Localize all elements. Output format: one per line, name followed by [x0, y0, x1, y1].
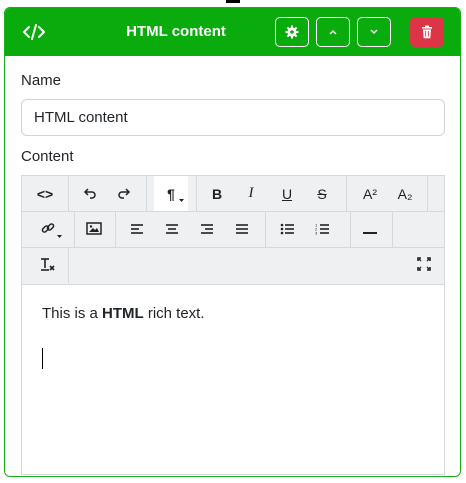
panel-header: HTML content: [5, 8, 460, 56]
toolbar-divider: [115, 212, 116, 247]
panel-title: HTML content: [126, 23, 226, 40]
top-edge-marker: [226, 0, 240, 3]
toolbar-divider: [68, 176, 69, 211]
settings-button[interactable]: [275, 17, 309, 47]
align-right-icon: [200, 222, 214, 238]
toolbar-row-2: 123: [22, 212, 444, 248]
align-left-icon: [130, 222, 144, 238]
bold-icon: B: [211, 185, 223, 202]
editor-toolbar: <> ¶ B I U S A² A₂ 1 2 3: [22, 176, 444, 285]
text-cursor: [42, 348, 43, 369]
gear-icon: [285, 25, 299, 39]
svg-text:3: 3: [315, 230, 318, 235]
undo-button[interactable]: [74, 176, 106, 211]
underline-icon: U: [281, 185, 293, 202]
editor-content-area[interactable]: This is a HTML rich text.: [22, 285, 444, 475]
align-left-button[interactable]: [119, 212, 154, 247]
clear-format-button[interactable]: [28, 248, 66, 283]
move-down-button[interactable]: [357, 17, 391, 47]
redo-icon: [117, 186, 131, 202]
horizontal-rule-icon: [362, 222, 377, 238]
toolbar-divider: [265, 212, 266, 247]
code-view-button[interactable]: <>: [22, 176, 68, 211]
content-text-bold: HTML: [102, 305, 144, 322]
strikethrough-icon: S: [317, 185, 327, 202]
chevron-down-icon: [368, 28, 380, 36]
code-view-icon: <>: [36, 185, 54, 202]
numbered-list-icon: 123: [315, 222, 330, 238]
toolbar-divider: [346, 176, 347, 211]
toolbar-row-1: <> ¶ B I U S A² A₂: [22, 176, 444, 212]
trash-icon: [421, 25, 433, 39]
justify-button[interactable]: [224, 212, 259, 247]
align-center-button[interactable]: [154, 212, 189, 247]
undo-icon: [83, 186, 97, 202]
align-right-button[interactable]: [189, 212, 224, 247]
clear-format-icon: [39, 257, 55, 274]
dropdown-caret-icon: [57, 225, 62, 241]
toolbar-divider: [350, 212, 351, 247]
superscript-icon: A²: [363, 185, 377, 202]
fullscreen-icon: [417, 257, 431, 274]
content-text-before: This is a: [42, 305, 103, 322]
redo-button[interactable]: [108, 176, 140, 211]
italic-icon: I: [248, 185, 254, 201]
rich-text-editor: <> ¶ B I U S A² A₂ 1 2 3 This is a HTML …: [21, 175, 445, 475]
chevron-up-icon: [327, 28, 339, 36]
fullscreen-button[interactable]: [407, 248, 441, 283]
bold-button[interactable]: B: [200, 176, 234, 211]
italic-button[interactable]: I: [234, 176, 268, 211]
toolbar-divider: [427, 176, 428, 211]
toolbar-divider: [146, 176, 147, 211]
name-label: Name: [21, 72, 62, 89]
bullet-list-icon: [280, 222, 295, 238]
underline-button[interactable]: U: [270, 176, 304, 211]
align-center-icon: [165, 222, 179, 238]
content-text-after: rich text.: [143, 305, 205, 322]
name-input[interactable]: [21, 99, 445, 136]
superscript-button[interactable]: A²: [353, 176, 387, 211]
code-icon: [22, 22, 46, 42]
justify-icon: [235, 222, 249, 238]
toolbar-row-3: [22, 248, 444, 284]
paragraph-format-dropdown[interactable]: ¶: [154, 176, 188, 211]
content-paragraph: This is a HTML rich text.: [42, 305, 205, 322]
html-content-panel: HTML content Name HTML content Content <…: [4, 7, 461, 477]
strikethrough-button[interactable]: S: [305, 176, 339, 211]
insert-image-button[interactable]: [74, 212, 114, 247]
numbered-list-button[interactable]: 123: [305, 212, 340, 247]
link-icon: [41, 221, 55, 238]
toolbar-divider: [392, 212, 393, 247]
toolbar-divider: [196, 176, 197, 211]
dropdown-caret-icon: [179, 189, 184, 205]
delete-button[interactable]: [410, 17, 444, 47]
bullet-list-button[interactable]: [270, 212, 305, 247]
subscript-icon: A₂: [397, 185, 413, 202]
toolbar-divider: [68, 248, 69, 283]
paragraph-icon: ¶: [167, 185, 175, 202]
move-up-button[interactable]: [316, 17, 350, 47]
content-label: Content: [21, 148, 74, 165]
horizontal-rule-button[interactable]: [352, 212, 387, 247]
image-icon: [86, 221, 102, 238]
subscript-button[interactable]: A₂: [388, 176, 422, 211]
link-dropdown[interactable]: [28, 212, 68, 247]
